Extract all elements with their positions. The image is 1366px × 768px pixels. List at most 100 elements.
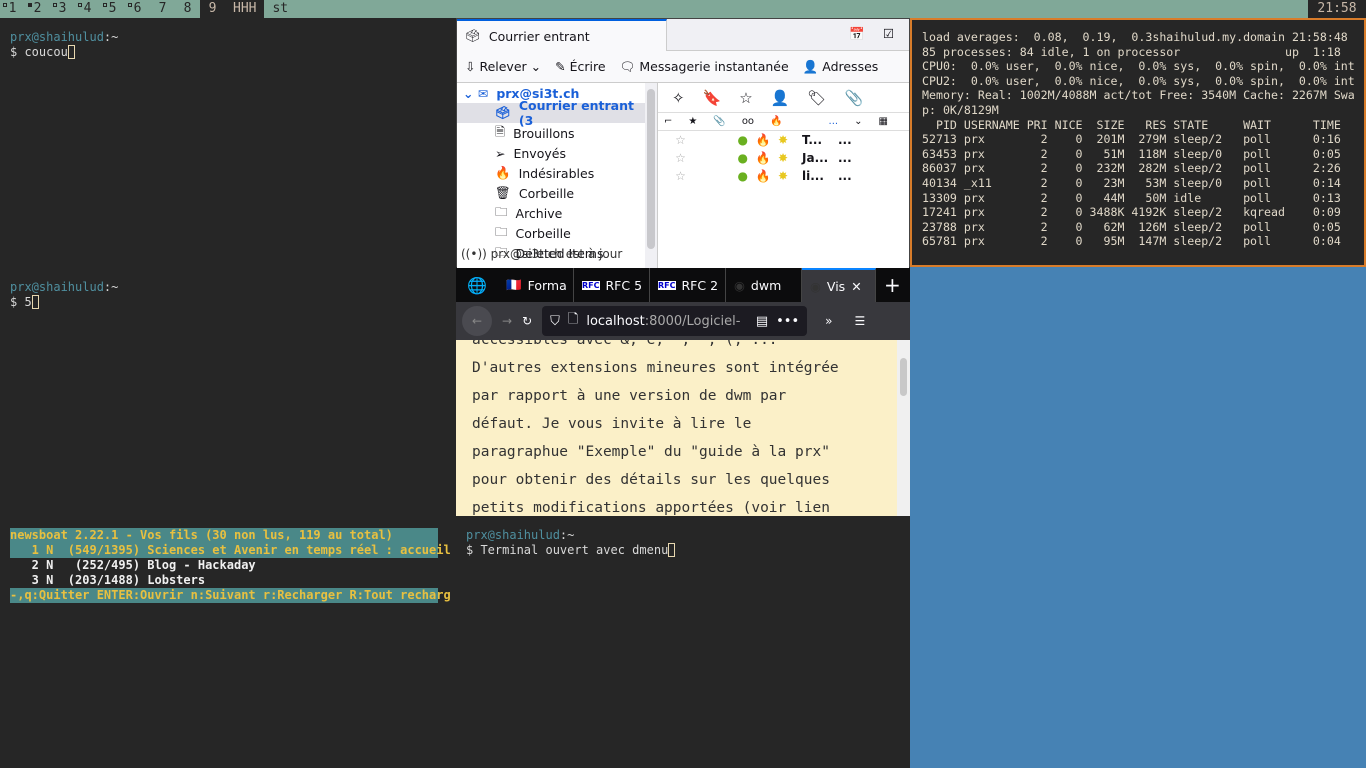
- star-filter-icon[interactable]: ☆: [739, 89, 752, 107]
- folder-item[interactable]: 🗀 Archive: [457, 203, 645, 223]
- url-host: localhost: [586, 313, 645, 329]
- star-icon[interactable]: ☆: [658, 151, 703, 165]
- unread-filter-icon[interactable]: 🔖: [703, 89, 722, 107]
- status-label: prx@si3t.ch est à jour: [490, 247, 623, 261]
- folder-item[interactable]: 🗳 Courrier entrant (3: [457, 98, 645, 128]
- url-bar[interactable]: ⛉ 🗋 localhost:8000/Logiciel- ▤ •••: [542, 306, 808, 336]
- tag-5[interactable]: 5: [100, 0, 125, 18]
- tag-filter-icon[interactable]: 🏷: [807, 89, 826, 107]
- folder-label: Corbeille: [518, 185, 575, 201]
- unread-dot-icon[interactable]: ●: [703, 133, 748, 147]
- send-icon: ➢: [495, 145, 506, 161]
- message-row[interactable]: ☆ ● 🔥 ✸ T......: [658, 131, 909, 149]
- junk-icon[interactable]: 🔥: [748, 151, 778, 165]
- tag-2[interactable]: 2: [25, 0, 50, 18]
- feed-item[interactable]: 2 N (252/495) Blog - Hackaday: [10, 558, 446, 573]
- browser-tab[interactable]: RFC RFC 5: [574, 268, 650, 302]
- tag-7[interactable]: 7: [150, 0, 175, 18]
- tag-3[interactable]: 3: [50, 0, 75, 18]
- tag-label: 8: [183, 1, 192, 16]
- label: Messagerie instantanée: [639, 58, 789, 74]
- attachment-filter-icon[interactable]: 📎: [844, 89, 863, 107]
- terminal-3[interactable]: prx@shaihulud:~ $ Terminal ouvert avec d…: [456, 516, 910, 768]
- cursor: [31, 295, 39, 309]
- pin-icon[interactable]: ✧: [672, 89, 685, 107]
- tasks-icon[interactable]: ☑: [883, 26, 894, 41]
- top-line: 86037 prx 2 0 232M 282M sleep/2 poll 2:2…: [922, 161, 1341, 176]
- folder-item[interactable]: 🔥 Indésirables: [457, 163, 645, 183]
- browser-tab[interactable]: ◉ dwm: [726, 268, 802, 302]
- tag-8[interactable]: 8: [175, 0, 200, 18]
- tag-6[interactable]: 6: [125, 0, 150, 18]
- back-button[interactable]: ←: [462, 306, 492, 336]
- junk-icon[interactable]: 🔥: [748, 133, 778, 147]
- page-actions-icon[interactable]: •••: [776, 314, 799, 329]
- calendar-icon[interactable]: 📅: [849, 26, 865, 42]
- folder-label: Envoyés: [513, 145, 566, 161]
- terminal-1[interactable]: prx@shaihulud:~ $ coucou: [0, 18, 456, 268]
- occupied-indicator: [78, 3, 82, 7]
- top-line: CPU2: 0.0% user, 0.0% nice, 0.0% sys, 0.…: [922, 73, 1355, 88]
- attachment-icon[interactable]: 📎: [713, 116, 725, 127]
- folder-item[interactable]: 🗀 Corbeille: [457, 223, 645, 243]
- label: Adresses: [822, 58, 879, 74]
- star-icon[interactable]: ☆: [658, 133, 703, 147]
- star-icon[interactable]: ☆: [658, 169, 703, 183]
- read-icon[interactable]: oo: [742, 116, 754, 127]
- browser-tab[interactable]: ◉ Vis ✕: [802, 268, 876, 302]
- thread-icon[interactable]: ⌐: [664, 116, 672, 127]
- shield-icon[interactable]: ⛉: [550, 314, 560, 329]
- tag-4[interactable]: 4: [75, 0, 100, 18]
- window-title: st: [272, 1, 289, 16]
- contact-filter-icon[interactable]: 👤: [771, 89, 790, 107]
- browser-tab[interactable]: RFC RFC 2: [650, 268, 726, 302]
- message-row[interactable]: ☆ ● 🔥 ✸ Ja......: [658, 149, 909, 167]
- terminal-2[interactable]: prx@shaihulud:~ $ 5: [0, 268, 456, 516]
- column-header: ⌐ ★ 📎 oo 🔥... ⌄ ▦: [658, 113, 909, 131]
- page-scrollbar[interactable]: [897, 340, 910, 516]
- column-picker-icon[interactable]: ▦: [878, 116, 887, 127]
- junk-icon[interactable]: 🔥: [748, 169, 778, 183]
- tag-9[interactable]: 9: [200, 0, 225, 18]
- new-tab-button[interactable]: +: [884, 273, 901, 297]
- chevron-down-icon[interactable]: ⌄: [854, 116, 862, 127]
- feed-item[interactable]: 1 N (549/1395) Sciences et Avenir en tem…: [10, 543, 451, 558]
- close-tab-icon[interactable]: ✕: [851, 279, 861, 294]
- message-row[interactable]: ☆ ● 🔥 ✸ li......: [658, 167, 909, 185]
- address-book-button[interactable]: 👤 Adresses: [803, 59, 879, 75]
- junk-icon[interactable]: 🔥: [770, 116, 782, 127]
- globe-icon[interactable]: 🌐: [456, 276, 498, 295]
- folder-item[interactable]: 🗑 Corbeille: [457, 183, 645, 203]
- write-button[interactable]: ✎ Écrire: [555, 59, 605, 74]
- newsboat-footer: -,q:Quitter ENTER:Ouvrir n:Suivant r:Rec…: [10, 588, 451, 603]
- reader-view-icon[interactable]: ▤: [756, 314, 768, 329]
- tab-label: Courrier entrant: [488, 28, 590, 44]
- folder-scrollbar[interactable]: [645, 83, 657, 268]
- label: Relever: [479, 59, 527, 74]
- overflow-icon[interactable]: »: [825, 314, 832, 328]
- star-icon[interactable]: ★: [688, 116, 697, 127]
- reload-button[interactable]: ↻: [522, 314, 532, 328]
- unread-dot-icon[interactable]: ●: [703, 169, 748, 183]
- chat-button[interactable]: 🗨 Messagerie instantanée: [620, 59, 789, 75]
- newsboat-terminal[interactable]: newsboat 2.22.1 - Vos fils (30 non lus, …: [0, 516, 456, 768]
- feed-item[interactable]: 3 N (203/1488) Lobsters: [10, 573, 446, 588]
- unread-dot-icon[interactable]: ●: [703, 151, 748, 165]
- occupied-indicator: [53, 3, 57, 7]
- favicon-icon: ◉: [734, 277, 745, 293]
- tag-1[interactable]: 1: [0, 0, 25, 18]
- browser-tab[interactable]: 🇫🇷 Forma: [498, 268, 574, 302]
- tab-inbox[interactable]: 🗳 Courrier entrant: [457, 19, 667, 51]
- menu-icon[interactable]: ☰: [854, 314, 865, 328]
- top-terminal[interactable]: load averages: 0.08, 0.19, 0.3shaihulud.…: [910, 18, 1366, 267]
- folder-item[interactable]: ➢ Envoyés: [457, 143, 645, 163]
- folder-label: Courrier entrant (3: [518, 98, 634, 128]
- layout-indicator[interactable]: HHH: [225, 0, 265, 18]
- folder-label: Corbeille: [515, 225, 571, 241]
- column-more[interactable]: ...: [829, 116, 839, 127]
- tag-label: 5: [108, 1, 117, 16]
- forward-button[interactable]: →: [502, 314, 512, 328]
- get-mail-button[interactable]: ⇩ Relever ⌄: [465, 59, 541, 74]
- message-subject: T...: [802, 133, 823, 147]
- command-line: $ 5: [10, 295, 32, 309]
